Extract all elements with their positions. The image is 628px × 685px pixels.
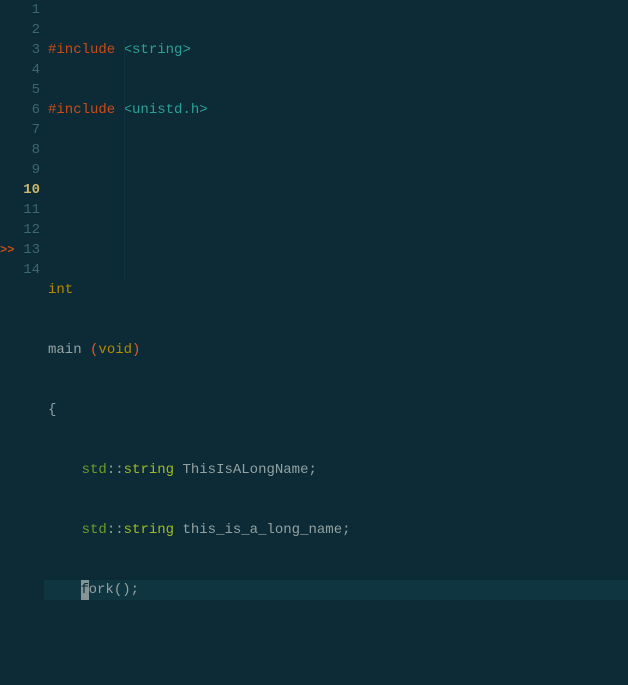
code-line[interactable] xyxy=(44,640,628,660)
line-number: 4 xyxy=(16,60,40,80)
line-number: 8 xyxy=(16,140,40,160)
code-line[interactable]: main (void) xyxy=(44,340,628,360)
line-number: 13 xyxy=(16,240,40,260)
line-number: 9 xyxy=(16,160,40,180)
code-line[interactable]: { xyxy=(44,400,628,420)
code-line[interactable]: std::string ThisIsALongName; xyxy=(44,460,628,480)
code-line-cursor[interactable]: fork(); xyxy=(44,580,628,600)
diagnostic-sign: >> xyxy=(0,240,16,260)
line-number: 2 xyxy=(16,20,40,40)
line-number: 1 xyxy=(16,0,40,20)
code-line[interactable]: std::string this_is_a_long_name; xyxy=(44,520,628,540)
code-line[interactable] xyxy=(44,220,628,240)
line-number-gutter: 1 2 3 4 5 6 7 8 9 10 11 12 13 14 xyxy=(16,0,44,685)
line-number: 5 xyxy=(16,80,40,100)
code-line[interactable] xyxy=(44,160,628,180)
line-number: 11 xyxy=(16,200,40,220)
code-line[interactable]: #include <unistd.h> xyxy=(44,100,628,120)
line-number: 12 xyxy=(16,220,40,240)
text-buffer[interactable]: >> 1 2 3 4 5 6 7 8 9 10 11 12 13 14 #inc… xyxy=(0,0,628,685)
vim-editor: >> 1 2 3 4 5 6 7 8 9 10 11 12 13 14 #inc… xyxy=(0,0,628,685)
line-number: 3 xyxy=(16,40,40,60)
code-line[interactable]: #include <string> xyxy=(44,40,628,60)
code-line[interactable]: int xyxy=(44,280,628,300)
cursor: f xyxy=(81,580,89,600)
code-area[interactable]: #include <string> #include <unistd.h> in… xyxy=(44,0,628,685)
line-number: 6 xyxy=(16,100,40,120)
line-number: 7 xyxy=(16,120,40,140)
sign-column: >> xyxy=(0,0,16,685)
line-number-current: 10 xyxy=(16,180,40,200)
line-number: 14 xyxy=(16,260,40,280)
